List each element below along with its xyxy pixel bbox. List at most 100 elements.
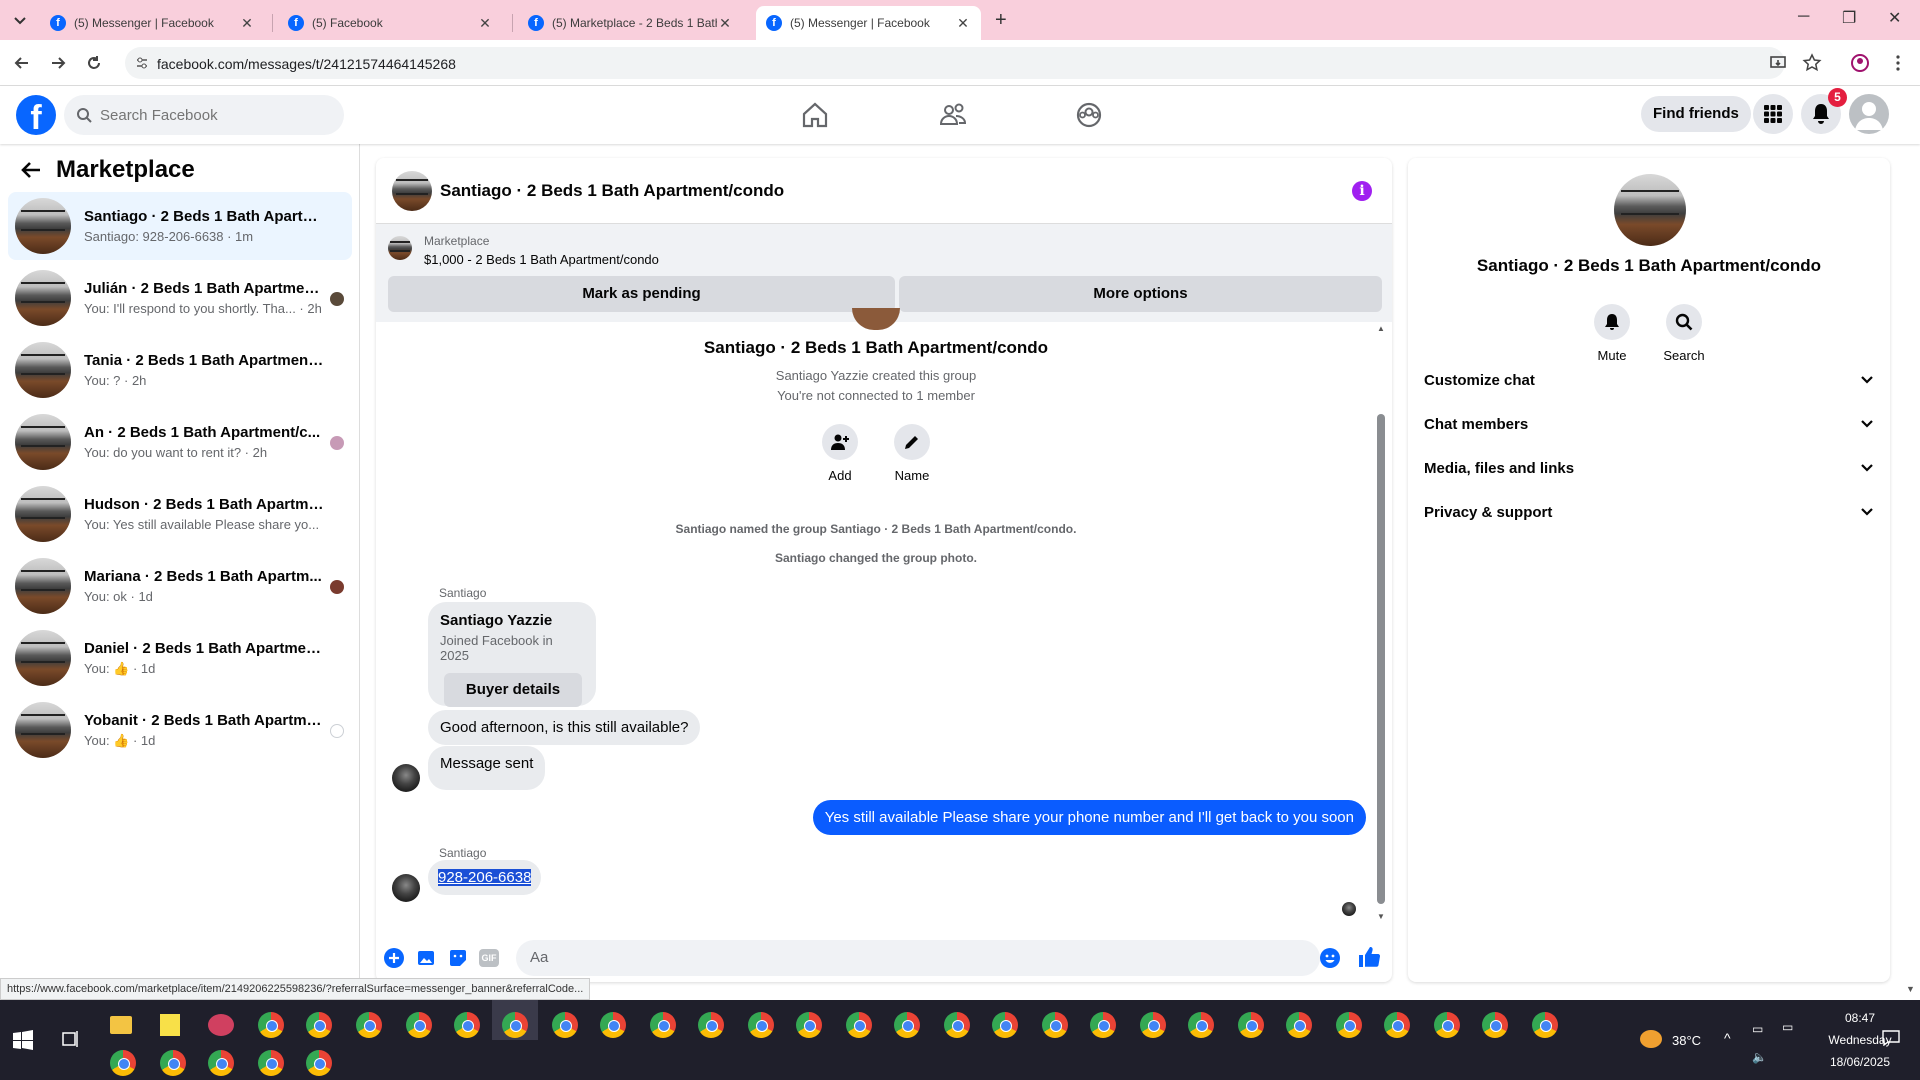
message-input[interactable]: Aa [516,940,1320,976]
chat-scrollbar[interactable]: ▲ ▼ [1376,324,1386,924]
close-tab-icon[interactable]: ✕ [955,15,971,32]
phone-number-link[interactable]: 928-206-6638 [438,869,532,886]
chrome-profile-icon[interactable] [796,1012,822,1038]
sticky-notes-icon[interactable] [160,1014,180,1036]
notification-center-icon[interactable] [1882,1030,1900,1046]
chrome-profile-icon[interactable] [1188,1012,1214,1038]
close-window-icon[interactable]: ✕ [1888,8,1901,28]
facebook-search-box[interactable] [64,95,344,135]
chrome-profile-icon[interactable] [894,1012,920,1038]
scroll-up-arrow-icon[interactable]: ▲ [1377,324,1385,333]
name-group-button[interactable]: Name [882,424,942,483]
chrome-profile-icon[interactable] [1434,1012,1460,1038]
photo-icon[interactable] [416,948,436,968]
search-in-conversation-button[interactable]: Search [1654,304,1714,363]
chrome-profile-icon[interactable] [258,1050,284,1076]
chrome-profile-icon[interactable] [1238,1012,1264,1038]
chrome-profile-icon[interactable] [600,1012,626,1038]
file-explorer-icon[interactable] [110,1016,132,1034]
browser-menu-icon[interactable] [1888,53,1908,73]
chat-group-photo[interactable] [392,170,432,211]
chrome-profile-icon[interactable] [306,1050,332,1076]
chrome-profile-icon[interactable] [1286,1012,1312,1038]
chrome-profile-icon[interactable] [160,1050,186,1076]
mute-button[interactable]: Mute [1582,304,1642,363]
weather-icon[interactable] [1640,1030,1662,1048]
gif-icon[interactable]: GIF [479,949,499,967]
close-tab-icon[interactable]: ✕ [717,15,733,32]
close-tab-icon[interactable]: ✕ [477,15,493,32]
conversation-item[interactable]: Julián · 2 Beds 1 Bath Apartment... You: … [8,264,352,332]
conversation-item[interactable]: An · 2 Beds 1 Bath Apartment/c... You: do… [8,408,352,476]
restore-icon[interactable]: ❐ [1842,8,1856,28]
address-bar[interactable]: facebook.com/messages/t/2412157446414526… [125,47,1785,79]
chrome-profile-icon[interactable] [992,1012,1018,1038]
chrome-profile-icon[interactable] [1042,1012,1068,1038]
tab-search-chevron-icon[interactable] [10,10,30,30]
browser-tab-2[interactable]: f (5) Facebook ✕ [278,6,503,40]
groups-icon[interactable] [1074,100,1104,130]
back-arrow-icon[interactable] [20,159,42,181]
browser-tab-4-active[interactable]: f (5) Messenger | Facebook ✕ [756,6,981,40]
menu-grid-button[interactable] [1753,94,1793,134]
chrome-profile-icon[interactable] [258,1012,284,1038]
conversation-item[interactable]: Tania · 2 Beds 1 Bath Apartment/c... You:… [8,336,352,404]
task-view-icon[interactable] [62,1030,80,1048]
network-icon[interactable]: ▭ [1752,1022,1763,1036]
facebook-logo[interactable]: f [16,95,56,135]
chrome-profile-icon[interactable] [110,1050,136,1076]
friends-icon[interactable] [938,100,968,130]
chrome-profile-icon[interactable] [552,1012,578,1038]
chrome-profile-icon[interactable] [748,1012,774,1038]
page-scroll-down-icon[interactable]: ▼ [1906,984,1915,994]
forward-arrow-icon[interactable] [48,53,68,73]
chat-title[interactable]: Santiago · 2 Beds 1 Bath Apartment/condo [440,181,784,201]
volume-icon[interactable]: 🔈 [1752,1050,1767,1064]
privacy-support-section[interactable]: Privacy & support [1424,492,1874,532]
scroll-down-arrow-icon[interactable]: ▼ [1377,912,1385,921]
mark-as-pending-button[interactable]: Mark as pending [388,276,895,312]
buyer-details-button[interactable]: Buyer details [444,673,582,707]
install-app-icon[interactable] [1768,53,1788,73]
chrome-profile-icon[interactable] [1090,1012,1116,1038]
emoji-icon[interactable] [1320,948,1340,968]
media-files-links-section[interactable]: Media, files and links [1424,448,1874,488]
plus-circle-icon[interactable] [384,948,404,968]
chrome-profile-icon[interactable] [846,1012,872,1038]
chrome-profile-icon[interactable] [406,1012,432,1038]
search-input[interactable] [100,106,320,124]
chrome-profile-icon[interactable] [1482,1012,1508,1038]
site-info-icon[interactable] [135,56,149,70]
profile-icon[interactable] [1850,53,1870,73]
home-icon[interactable] [800,100,830,130]
scrollbar-thumb[interactable] [1377,414,1385,904]
bookmark-star-icon[interactable] [1802,53,1822,73]
chrome-profile-icon-active[interactable] [502,1012,528,1038]
chrome-profile-icon[interactable] [1532,1012,1558,1038]
add-member-button[interactable]: Add [810,424,870,483]
new-tab-icon[interactable]: + [995,9,1007,32]
sticker-icon[interactable] [448,948,468,968]
info-icon[interactable]: i [1352,181,1372,201]
browser-tab-1[interactable]: f (5) Messenger | Facebook ✕ [40,6,265,40]
conversation-item[interactable]: Daniel · 2 Beds 1 Bath Apartment/... You:… [8,624,352,692]
chrome-profile-icon[interactable] [650,1012,676,1038]
back-arrow-icon[interactable] [12,53,32,73]
chrome-profile-icon[interactable] [1336,1012,1362,1038]
account-avatar-button[interactable] [1849,94,1889,134]
find-friends-button[interactable]: Find friends [1641,96,1751,132]
more-options-button[interactable]: More options [899,276,1382,312]
details-group-photo[interactable] [1614,174,1686,246]
chrome-profile-icon[interactable] [208,1050,234,1076]
customize-chat-section[interactable]: Customize chat [1424,360,1874,400]
chrome-profile-icon[interactable] [356,1012,382,1038]
conversation-item[interactable]: Mariana · 2 Beds 1 Bath Apartm... You: ok… [8,552,352,620]
display-icon[interactable]: ▭ [1782,1020,1793,1034]
chrome-profile-icon[interactable] [454,1012,480,1038]
minimize-icon[interactable]: ─ [1798,8,1809,26]
conversation-item[interactable]: Yobanit · 2 Beds 1 Bath Apartme... You: 👍… [8,696,352,764]
chrome-profile-icon[interactable] [698,1012,724,1038]
app-icon[interactable] [208,1014,234,1036]
conversation-item[interactable]: Santiago · 2 Beds 1 Bath Apartmen... Sant… [8,192,352,260]
chat-members-section[interactable]: Chat members [1424,404,1874,444]
